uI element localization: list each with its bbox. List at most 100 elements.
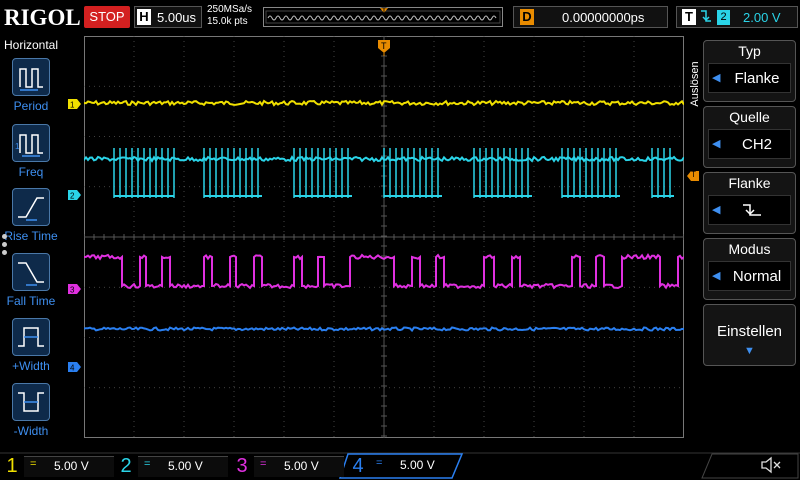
channel-markers: 1 2 3 4: [68, 99, 81, 373]
ch3-status[interactable]: 3 = 5.00 V: [232, 454, 344, 478]
menu-value-box: ◀: [708, 195, 791, 225]
menu-source[interactable]: Quelle ◀ CH2: [703, 106, 796, 168]
menu-title: Typ: [738, 43, 761, 59]
trigger-source-badge: 2: [717, 10, 730, 25]
measure-rise-time[interactable]: Rise Time: [0, 188, 62, 252]
measure-negative-width[interactable]: -Width: [0, 383, 62, 447]
page-dots: [2, 231, 7, 258]
sample-rate: 250MSa/s: [207, 4, 253, 15]
channel-scale: 5.00 V: [168, 459, 203, 473]
measure-label: +Width: [12, 359, 50, 373]
measure-label: Freq: [18, 165, 44, 179]
svg-text:4: 4: [70, 364, 75, 373]
ch4-status[interactable]: 4 = 5.00 V: [348, 454, 458, 478]
svg-text:1: 1: [15, 142, 20, 151]
channel-bar: 1 = 5.00 V 2 = 5.00 V 3 = 5.00 V 4 = 5.0…: [0, 452, 800, 480]
svg-text:2: 2: [70, 192, 75, 201]
overview-trigger-marker: T: [381, 6, 387, 16]
timebase-value: 5.00us: [157, 10, 197, 25]
channel-scale: 5.00 V: [400, 458, 435, 472]
positive-width-icon: [12, 318, 50, 356]
svg-text:1: 1: [70, 101, 75, 110]
left-arrow-icon: ◀: [712, 72, 721, 84]
measure-label: Fall Time: [6, 294, 56, 308]
coupling-icon: =: [30, 458, 37, 470]
measure-label: -Width: [13, 424, 49, 438]
menu-title: Einstellen: [716, 323, 783, 340]
channel-tag: = 5.00 V: [370, 456, 460, 476]
coupling-icon: =: [260, 458, 267, 470]
ch3-marker: 3: [68, 284, 81, 295]
channel-tag: = 5.00 V: [254, 456, 344, 477]
memory-depth: 15.0k pts: [207, 16, 248, 27]
measure-period[interactable]: Period: [0, 58, 62, 122]
menu-value: Normal: [732, 268, 782, 285]
acquisition-info: 250MSa/s 15.0k pts: [207, 4, 252, 28]
falling-edge-icon: [743, 204, 761, 216]
channel-scale: 5.00 V: [54, 459, 89, 473]
menu-slope[interactable]: Flanke ◀: [703, 172, 796, 234]
grid-svg: T: [83, 35, 685, 438]
brand-logo: RIGOL: [4, 5, 81, 30]
negative-width-icon: [12, 383, 50, 421]
menu-type[interactable]: Typ ◀ Flanke: [703, 40, 796, 102]
measure-fall-time[interactable]: Fall Time: [0, 253, 62, 317]
menu-value-box: ◀ CH2: [708, 129, 791, 159]
trigger-position-label: T: [381, 41, 387, 51]
waveform-display[interactable]: T: [83, 35, 685, 438]
timebase-letter: H: [137, 9, 151, 25]
measure-positive-width[interactable]: +Width: [0, 318, 62, 382]
overview-waveform: [267, 15, 497, 21]
channel-tag: = 5.00 V: [24, 456, 114, 477]
menu-title: Modus: [728, 241, 771, 257]
channel-tag: = 5.00 V: [138, 456, 228, 477]
menu-value-box: ◀ Normal: [708, 261, 791, 291]
menu-settings[interactable]: Einstellen ▼: [703, 304, 796, 366]
expand-arrow-icon: ▼: [744, 345, 755, 357]
menu-title: Flanke: [728, 175, 771, 191]
timebase-box[interactable]: H 5.00us: [134, 6, 202, 28]
frequency-icon: 1: [12, 124, 50, 162]
menu-value-box: ◀ Flanke: [708, 63, 791, 93]
channel-number: 2: [120, 455, 132, 477]
measure-panel: Horizontal Period 1 Freq Rise Time Fall …: [0, 36, 62, 450]
measure-label: Period: [13, 99, 49, 113]
menu-value: CH2: [741, 136, 772, 153]
coupling-icon: =: [144, 458, 151, 470]
fall-time-icon: [12, 253, 50, 291]
menu-side-label: Auslösen: [689, 61, 701, 107]
menu-mode[interactable]: Modus ◀ Normal: [703, 238, 796, 300]
menu-title: Quelle: [729, 109, 770, 125]
ch1-marker: 1: [68, 99, 81, 110]
ch2-marker: 2: [68, 190, 81, 201]
ch2-status[interactable]: 2 = 5.00 V: [116, 454, 228, 478]
trigger-level: 2.00 V: [743, 10, 781, 25]
measure-frequency[interactable]: 1 Freq: [0, 124, 62, 188]
ch1-status[interactable]: 1 = 5.00 V: [2, 454, 114, 478]
mute-speaker-icon[interactable]: [760, 456, 782, 479]
memory-overview-bar[interactable]: T: [263, 6, 503, 27]
trigger-edge-icon: [699, 8, 713, 27]
menu-value: Flanke: [734, 70, 780, 87]
trigger-box[interactable]: T 2 2.00 V: [676, 6, 798, 28]
channel-number: 4: [352, 455, 364, 477]
left-arrow-icon: ◀: [712, 138, 721, 150]
left-arrow-icon: ◀: [712, 270, 721, 282]
run-stop-indicator[interactable]: STOP: [84, 6, 130, 28]
channel-number: 1: [6, 455, 18, 477]
trigger-level-tag: T: [691, 170, 696, 179]
ch4-marker: 4: [68, 362, 81, 373]
delay-value: 0.00000000ps: [562, 10, 645, 25]
trigger-letter: T: [682, 9, 696, 25]
left-arrow-icon: ◀: [712, 204, 721, 216]
delay-box[interactable]: D 0.00000000ps: [513, 6, 668, 28]
measure-label: Rise Time: [4, 229, 58, 243]
channel-scale: 5.00 V: [284, 459, 319, 473]
period-icon: [12, 58, 50, 96]
coupling-icon: =: [376, 457, 383, 469]
panel-title: Horizontal: [3, 38, 59, 52]
top-status-bar: RIGOL STOP H 5.00us 250MSa/s 15.0k pts T…: [0, 0, 800, 36]
delay-letter: D: [520, 9, 534, 25]
channel-number: 3: [236, 455, 248, 477]
svg-text:3: 3: [70, 286, 75, 295]
